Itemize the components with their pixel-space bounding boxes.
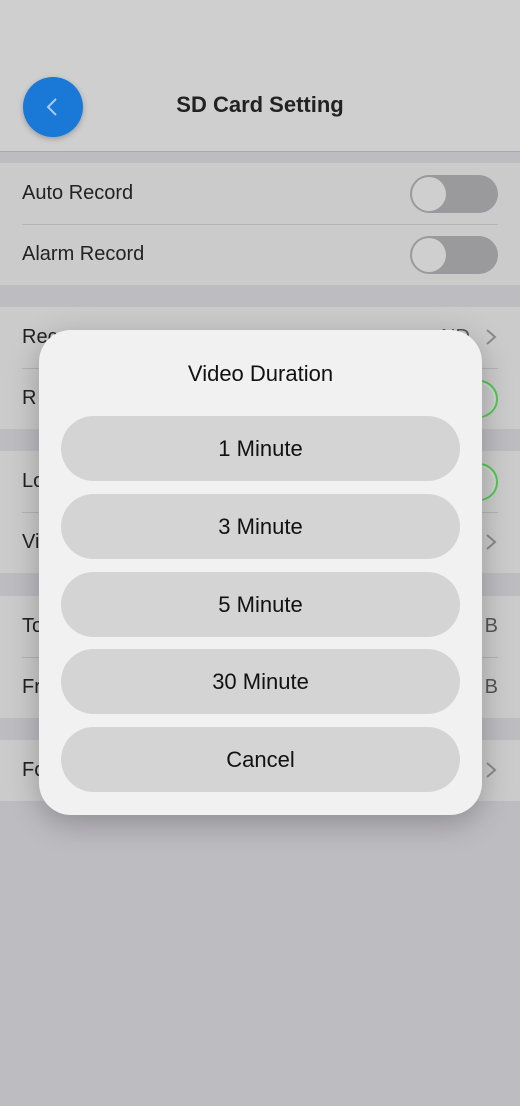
navigation-bar: SD Card Setting bbox=[0, 0, 520, 152]
list-item-value: B bbox=[484, 676, 498, 698]
recording-group: Auto Record Alarm Record bbox=[0, 163, 520, 285]
chevron-right-icon bbox=[486, 534, 497, 550]
alarm-record-row: Alarm Record bbox=[0, 224, 520, 285]
auto-record-label: Auto Record bbox=[22, 182, 134, 204]
chevron-right-icon bbox=[486, 329, 497, 345]
dialog-title: Video Duration bbox=[187, 361, 334, 386]
list-item-label: Vi bbox=[22, 531, 40, 553]
option-1-minute-button[interactable]: 1 Minute bbox=[61, 416, 460, 481]
page-title: SD Card Setting bbox=[176, 92, 344, 117]
option-5-minute-button[interactable]: 5 Minute bbox=[61, 572, 460, 637]
auto-record-toggle[interactable] bbox=[410, 175, 498, 213]
video-duration-dialog: Video Duration 1 Minute 3 Minute 5 Minut… bbox=[39, 330, 482, 815]
option-3-minute-button[interactable]: 3 Minute bbox=[61, 494, 460, 559]
list-item-label: R bbox=[22, 387, 37, 409]
option-30-minute-button[interactable]: 30 Minute bbox=[61, 649, 460, 714]
list-item-value: B bbox=[484, 615, 498, 637]
chevron-right-icon bbox=[486, 762, 497, 778]
alarm-record-label: Alarm Record bbox=[22, 243, 145, 265]
auto-record-row: Auto Record bbox=[0, 163, 520, 224]
alarm-record-toggle[interactable] bbox=[410, 236, 498, 274]
cancel-button[interactable]: Cancel bbox=[61, 727, 460, 792]
